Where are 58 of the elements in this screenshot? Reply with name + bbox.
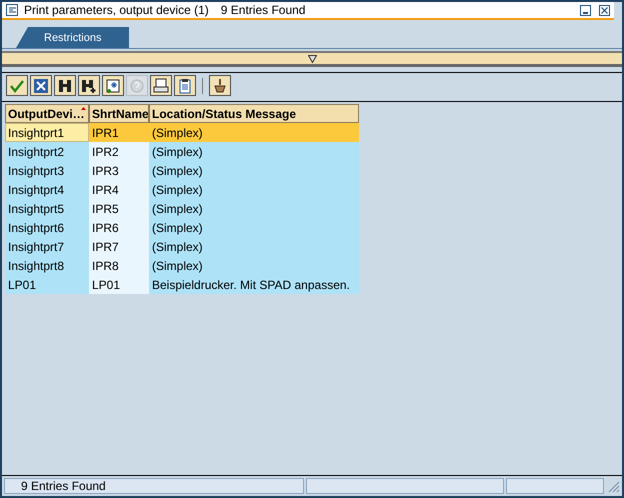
table-cell[interactable]: IPR5 (89, 199, 149, 218)
table-cell[interactable]: (Simplex) (149, 218, 359, 237)
table-cell[interactable]: Insightprt2 (5, 142, 89, 161)
toolbar-button[interactable] (150, 75, 172, 96)
toolbar-button[interactable] (54, 75, 76, 96)
table-cell[interactable]: Insightprt6 (5, 218, 89, 237)
table-cell[interactable]: Insightprt8 (5, 256, 89, 275)
minimize-button[interactable] (580, 4, 591, 16)
table-cell[interactable]: IPR1 (89, 123, 149, 142)
toolbar-button[interactable] (6, 75, 28, 96)
printer-icon (154, 78, 168, 92)
table-cell[interactable]: (Simplex) (149, 142, 359, 161)
window-title: Print parameters, output device (1) (24, 3, 209, 17)
help-icon (130, 79, 144, 92)
minimize-icon (583, 12, 588, 14)
table-cell[interactable]: IPR3 (89, 161, 149, 180)
window-subtitle: 9 Entries Found (220, 3, 306, 17)
table-cell[interactable]: Insightprt1 (5, 123, 89, 142)
table-cell[interactable]: (Simplex) (149, 180, 359, 199)
binoculars-icon (59, 80, 71, 92)
table-cell[interactable]: Insightprt3 (5, 161, 89, 180)
collapse-icon[interactable] (308, 54, 316, 62)
table-cell[interactable]: (Simplex) (149, 161, 359, 180)
close-icon (600, 6, 608, 14)
table-cell[interactable]: IPR8 (89, 256, 149, 275)
collapse-bar[interactable] (2, 51, 622, 67)
toolbar-button[interactable] (30, 75, 52, 96)
table-cell[interactable]: IPR2 (89, 142, 149, 161)
status-message: 9 Entries Found (4, 478, 304, 494)
table-cell[interactable]: Insightprt7 (5, 237, 89, 256)
mortar-icon (214, 78, 226, 92)
toolbar-button[interactable] (174, 75, 196, 96)
table-cell[interactable]: LP01 (5, 275, 89, 294)
column-header[interactable]: OutputDevi… (5, 104, 89, 123)
column-header[interactable]: Location/Status Message (149, 104, 359, 123)
toolbar-button[interactable] (102, 75, 124, 96)
tab[interactable]: Restrictions (16, 27, 130, 48)
column-header[interactable]: ShrtName (89, 104, 149, 123)
table-cell[interactable]: Insightprt5 (5, 199, 89, 218)
binoculars-plus-icon (82, 80, 96, 94)
table-cell[interactable]: (Simplex) (149, 256, 359, 275)
table-cell[interactable]: (Simplex) (149, 237, 359, 256)
new-entry-icon (106, 79, 120, 94)
close-button[interactable] (599, 4, 610, 16)
cancel-icon (34, 78, 48, 92)
table-cell[interactable]: IPR7 (89, 237, 149, 256)
table-cell[interactable]: IPR6 (89, 218, 149, 237)
clipboard-icon (180, 78, 190, 93)
table-cell[interactable]: (Simplex) (149, 199, 359, 218)
table-cell[interactable]: (Simplex) (149, 123, 359, 142)
checkmark-icon (10, 80, 24, 92)
table-cell[interactable]: LP01 (89, 275, 149, 294)
table-cell[interactable]: Beispieldrucker. Mit SPAD anpassen. (149, 275, 359, 294)
table-cell[interactable]: Insightprt4 (5, 180, 89, 199)
toolbar-button[interactable] (78, 75, 100, 96)
toolbar-button[interactable] (209, 75, 231, 96)
table-cell[interactable]: IPR4 (89, 180, 149, 199)
resize-grip-icon[interactable] (606, 479, 620, 493)
